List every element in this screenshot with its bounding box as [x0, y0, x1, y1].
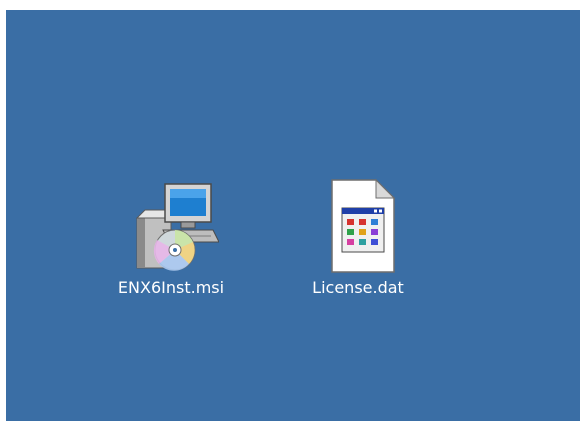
desktop-icon-enx6inst-msi[interactable]: ENX6Inst.msi — [111, 178, 231, 298]
windows-installer-package-icon — [135, 183, 219, 271]
desktop-icon-label: ENX6Inst.msi — [117, 278, 225, 297]
screenshot-frame: ENX6Inst.msi License.dat — [0, 0, 581, 422]
desktop-background: ENX6Inst.msi License.dat — [6, 10, 580, 421]
generic-data-file-icon — [331, 178, 396, 273]
desktop-icon-license-dat[interactable]: License.dat — [298, 178, 418, 298]
desktop-icon-label: License.dat — [312, 278, 404, 297]
